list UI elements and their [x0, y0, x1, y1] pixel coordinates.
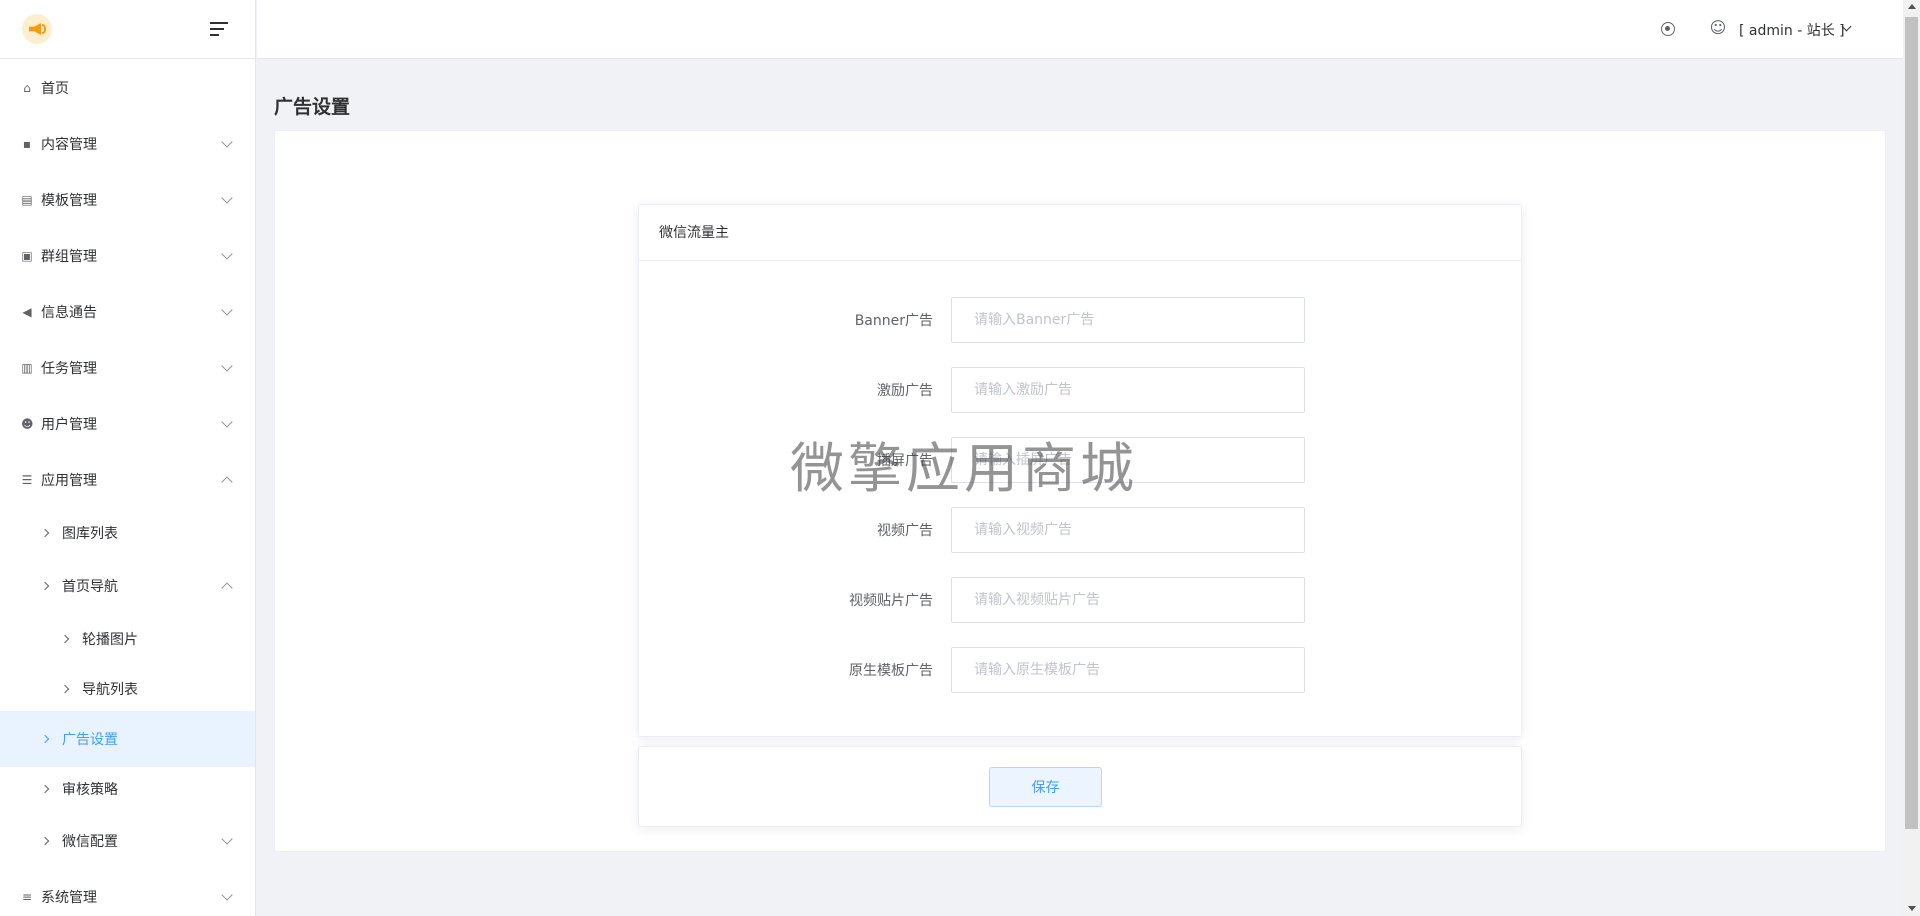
sidebar-item-gallery[interactable]: 图库列表: [0, 505, 255, 561]
chevron-right-icon: [60, 634, 70, 644]
sidebar-item-label: 广告设置: [62, 732, 118, 748]
form-row-video: 视频广告: [639, 507, 1523, 553]
sidebar-item-label: 系统管理: [41, 890, 97, 906]
sidebar-item-home[interactable]: ⌂ 首页: [0, 60, 255, 116]
copy-icon: ▥: [21, 361, 33, 375]
sidebar-item-notices[interactable]: ◀ 信息通告: [0, 284, 255, 340]
chevron-up-icon: [221, 476, 233, 488]
native-template-ad-input[interactable]: [951, 647, 1305, 693]
sidebar-item-label: 任务管理: [41, 361, 97, 377]
menu-fold-icon[interactable]: [210, 21, 230, 37]
list-icon: ≡: [21, 890, 33, 904]
scroll-up-arrow-icon[interactable]: [1908, 4, 1916, 9]
sidebar-item-label: 应用管理: [41, 473, 97, 489]
video-ad-label: 视频广告: [877, 523, 933, 539]
scrollbar-thumb[interactable]: [1905, 17, 1918, 829]
chevron-down-icon: [221, 833, 233, 845]
users-icon: ☻: [21, 417, 34, 431]
sidebar-item-label: 首页导航: [62, 579, 118, 595]
scrollbar[interactable]: [1903, 0, 1920, 916]
form-row-native: 原生模板广告: [639, 647, 1523, 693]
chevron-down-icon: [221, 889, 233, 901]
interstitial-ad-label: 插屏广告: [877, 453, 933, 469]
user-menu-label[interactable]: [ admin - 站长 ]: [1739, 20, 1845, 40]
chevron-right-icon: [40, 734, 50, 744]
sidebar-item-users[interactable]: ☻ 用户管理: [0, 396, 255, 452]
chevron-down-icon: [221, 304, 233, 316]
sidebar-item-label: 首页: [41, 81, 69, 97]
sidebar-item-label: 审核策略: [62, 782, 118, 798]
sidebar-item-label: 图库列表: [62, 526, 118, 542]
sidebar-item-ad-settings[interactable]: 广告设置: [0, 711, 255, 767]
banner-ad-input[interactable]: [951, 297, 1305, 343]
video-patch-ad-input[interactable]: [951, 577, 1305, 623]
video-patch-ad-label: 视频贴片广告: [849, 593, 933, 609]
chevron-right-icon: [40, 581, 50, 591]
banner-ad-label: Banner广告: [854, 313, 933, 329]
sidebar-item-label: 用户管理: [41, 417, 97, 433]
sidebar-item-home-nav[interactable]: 首页导航: [0, 558, 255, 614]
user-avatar-icon[interactable]: ☺: [1709, 19, 1727, 37]
sliders-icon: ☰: [21, 473, 33, 487]
reward-ad-label: 激励广告: [877, 383, 933, 399]
form-row-banner: Banner广告: [639, 297, 1523, 343]
chevron-right-icon: [40, 836, 50, 846]
form-row-interstitial: 插屏广告: [639, 437, 1523, 483]
chevron-down-icon: [221, 416, 233, 428]
sidebar-item-label: 信息通告: [41, 305, 97, 321]
message-icon: ▪: [22, 137, 32, 151]
card-title: 微信流量主: [639, 205, 1521, 261]
group-icon: ▣: [21, 249, 33, 263]
top-header: ☺ [ admin - 站长 ]: [257, 0, 1903, 59]
video-ad-input[interactable]: [951, 507, 1305, 553]
sidebar-item-label: 微信配置: [62, 834, 118, 850]
sidebar-item-label: 轮播图片: [82, 632, 138, 648]
sidebar-item-label: 内容管理: [41, 137, 97, 153]
images-icon: ▤: [21, 193, 33, 207]
interstitial-ad-input[interactable]: [951, 437, 1305, 483]
page-title: 广告设置: [274, 96, 351, 118]
sidebar-item-label: 模板管理: [41, 193, 97, 209]
ad-settings-card: 微信流量主 Banner广告 激励广告 插屏广告 视频广告 视频贴片广告 原生模…: [638, 204, 1522, 737]
chevron-down-icon: [221, 360, 233, 372]
sidebar-item-system[interactable]: ≡ 系统管理: [0, 869, 255, 916]
chevron-down-icon: [221, 248, 233, 260]
chevron-down-icon: [221, 192, 233, 204]
sidebar-item-nav-list[interactable]: 导航列表: [0, 661, 255, 717]
chevron-right-icon: [60, 684, 70, 694]
chevron-right-icon: [40, 528, 50, 538]
sidebar: ⌂ 首页 ▪ 内容管理 ▤ 模板管理 ▣ 群组管理 ◀ 信息通告 ▥ 任务管理 …: [0, 0, 256, 916]
home-icon: ⌂: [23, 81, 31, 95]
chevron-down-icon: [221, 136, 233, 148]
sidebar-item-carousel[interactable]: 轮播图片: [0, 611, 255, 667]
sidebar-item-tasks[interactable]: ▥ 任务管理: [0, 340, 255, 396]
scroll-down-arrow-icon[interactable]: [1908, 906, 1916, 911]
sidebar-item-label: 导航列表: [82, 682, 138, 698]
megaphone-logo-icon[interactable]: [22, 14, 52, 44]
chevron-right-icon: [40, 784, 50, 794]
reward-ad-input[interactable]: [951, 367, 1305, 413]
bullhorn-icon: ◀: [22, 305, 32, 319]
form-row-video-patch: 视频贴片广告: [639, 577, 1523, 623]
form-footer: 保存: [638, 746, 1522, 827]
sidebar-item-label: 群组管理: [41, 249, 97, 265]
sidebar-item-groups[interactable]: ▣ 群组管理: [0, 228, 255, 284]
chevron-up-icon: [221, 582, 233, 594]
sidebar-item-wechat-config[interactable]: 微信配置: [0, 813, 255, 869]
native-template-ad-label: 原生模板广告: [849, 663, 933, 679]
save-button[interactable]: 保存: [989, 767, 1102, 807]
sidebar-item-templates[interactable]: ▤ 模板管理: [0, 172, 255, 228]
sidebar-header: [0, 0, 255, 59]
sidebar-item-review-policy[interactable]: 审核策略: [0, 761, 255, 817]
fullscreen-icon[interactable]: [1661, 22, 1675, 36]
sidebar-item-content[interactable]: ▪ 内容管理: [0, 116, 255, 172]
form-row-reward: 激励广告: [639, 367, 1523, 413]
sidebar-item-apps[interactable]: ☰ 应用管理: [0, 452, 255, 508]
